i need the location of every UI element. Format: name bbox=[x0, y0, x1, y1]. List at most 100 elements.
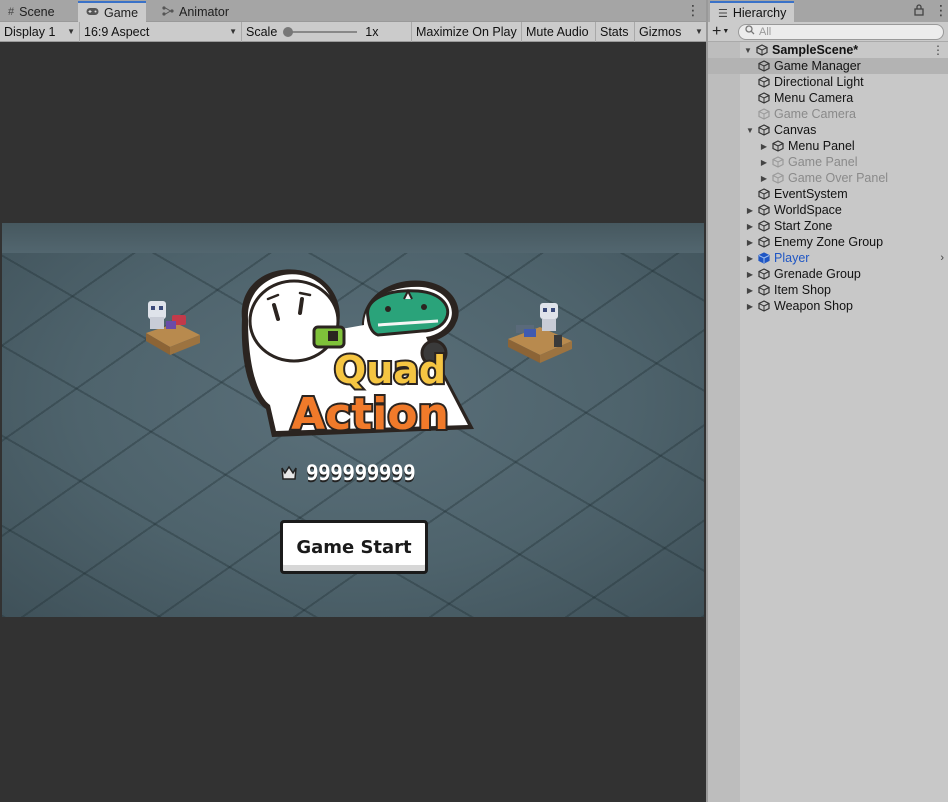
quad-action-logo: Quad Action bbox=[241, 269, 474, 439]
stats-label: Stats bbox=[600, 24, 629, 39]
hierarchy-item[interactable]: ▶ Start Zone bbox=[708, 218, 948, 234]
hierarchy-item[interactable]: Game Camera bbox=[708, 106, 948, 122]
hierarchy-item[interactable]: ▶ Enemy Zone Group bbox=[708, 234, 948, 250]
plus-icon: + bbox=[712, 22, 722, 40]
hierarchy-item-label: Game Panel bbox=[788, 155, 858, 169]
expand-arrow-icon[interactable]: ▶ bbox=[758, 158, 770, 167]
hierarchy-item-label: Menu Panel bbox=[788, 139, 855, 153]
gameobject-cube-icon bbox=[756, 123, 772, 137]
gameobject-cube-icon bbox=[756, 75, 772, 89]
game-render: Quad Action 999999999 Game Start bbox=[2, 223, 704, 617]
scale-slider-knob[interactable] bbox=[283, 26, 294, 37]
aspect-dropdown[interactable]: 16:9 Aspect ▼ bbox=[80, 21, 242, 42]
expand-arrow-icon[interactable]: ▶ bbox=[744, 302, 756, 311]
pane-menu-icon[interactable]: ⋮ bbox=[686, 3, 700, 17]
caret-down-icon: ▼ bbox=[695, 27, 703, 36]
hierarchy-pane: ☰ Hierarchy ⋮ +▼ ▼ SampleScene* ⋮ Game bbox=[706, 0, 948, 802]
hierarchy-item-label: Start Zone bbox=[774, 219, 833, 233]
game-start-button[interactable]: Game Start bbox=[280, 520, 428, 574]
hierarchy-item-label: Player bbox=[774, 251, 810, 265]
hierarchy-item[interactable]: ▶ Game Over Panel bbox=[708, 170, 948, 186]
search-icon bbox=[745, 25, 755, 38]
mute-label: Mute Audio bbox=[526, 24, 589, 39]
hierarchy-item[interactable]: Menu Camera bbox=[708, 90, 948, 106]
editor-tab-bar: # Scene Game Animator ⋮ bbox=[0, 0, 706, 23]
expand-arrow-icon[interactable]: ▶ bbox=[744, 206, 756, 215]
hierarchy-item[interactable]: Directional Light bbox=[708, 74, 948, 90]
scene-name: SampleScene* bbox=[772, 43, 859, 57]
hierarchy-tab-bar: ☰ Hierarchy ⋮ bbox=[708, 0, 948, 23]
expand-arrow-icon[interactable]: ▼ bbox=[744, 126, 756, 135]
caret-down-icon: ▼ bbox=[67, 27, 75, 36]
list-icon: ☰ bbox=[718, 7, 728, 20]
hierarchy-item[interactable]: ▼ Canvas bbox=[708, 122, 948, 138]
hierarchy-menu-icon[interactable]: ⋮ bbox=[934, 3, 948, 17]
hierarchy-item[interactable]: ▶ Menu Panel bbox=[708, 138, 948, 154]
mute-audio-toggle[interactable]: Mute Audio bbox=[522, 21, 596, 42]
game-start-label: Game Start bbox=[296, 536, 412, 558]
scene-menu-icon[interactable]: ⋮ bbox=[932, 43, 944, 57]
hierarchy-item[interactable]: ▶ Grenade Group bbox=[708, 266, 948, 282]
hierarchy-item-label: EventSystem bbox=[774, 187, 848, 201]
expand-arrow-icon[interactable]: ▶ bbox=[744, 286, 756, 295]
hierarchy-item[interactable]: ▶ Item Shop bbox=[708, 282, 948, 298]
hierarchy-item[interactable]: EventSystem bbox=[708, 186, 948, 202]
gameobject-cube-icon bbox=[770, 171, 786, 185]
item-shop-prop bbox=[146, 301, 200, 355]
stats-toggle[interactable]: Stats bbox=[596, 21, 635, 42]
animator-icon bbox=[162, 5, 174, 19]
search-input[interactable] bbox=[759, 25, 929, 38]
gizmos-toggle[interactable]: Gizmos bbox=[635, 22, 693, 42]
expand-arrow-icon[interactable]: ▼ bbox=[742, 46, 754, 55]
scale-label: Scale bbox=[246, 24, 278, 39]
tab-game[interactable]: Game bbox=[78, 1, 147, 23]
grid-icon: # bbox=[8, 6, 15, 18]
gameobject-cube-icon bbox=[770, 139, 786, 153]
expand-arrow-icon[interactable]: ▶ bbox=[744, 270, 756, 279]
maximize-on-play-toggle[interactable]: Maximize On Play bbox=[412, 21, 522, 42]
scene-root-row[interactable]: ▼ SampleScene* ⋮ bbox=[708, 42, 948, 58]
game-pane: # Scene Game Animator ⋮ Display 1 ▼ 16:9… bbox=[0, 0, 706, 802]
display-dropdown[interactable]: Display 1 ▼ bbox=[0, 21, 80, 42]
hierarchy-item-label: Game Camera bbox=[774, 107, 856, 121]
hierarchy-item-label: Canvas bbox=[774, 123, 817, 137]
hierarchy-item-label: Game Over Panel bbox=[788, 171, 889, 185]
hierarchy-item[interactable]: ▶ Weapon Shop bbox=[708, 298, 948, 314]
hierarchy-search[interactable] bbox=[738, 23, 944, 40]
gameobject-cube-icon bbox=[756, 267, 772, 281]
lock-icon[interactable] bbox=[914, 4, 924, 19]
back-wall bbox=[2, 223, 704, 253]
prefab-open-chevron-icon[interactable]: › bbox=[940, 252, 944, 264]
expand-arrow-icon[interactable]: ▶ bbox=[758, 142, 770, 151]
expand-arrow-icon[interactable]: ▶ bbox=[744, 238, 756, 247]
hierarchy-item[interactable]: ▶ Game Panel bbox=[708, 154, 948, 170]
hierarchy-item[interactable]: Game Manager bbox=[708, 58, 948, 74]
tab-hierarchy[interactable]: ☰ Hierarchy bbox=[710, 1, 795, 23]
hierarchy-item-label: Grenade Group bbox=[774, 267, 861, 281]
logo-text-action: Action bbox=[291, 389, 449, 439]
add-object-button[interactable]: + ▼ bbox=[708, 23, 736, 41]
game-viewport[interactable]: Quad Action 999999999 Game Start bbox=[0, 42, 706, 802]
hierarchy-item-label: Menu Camera bbox=[774, 91, 854, 105]
scale-slider[interactable] bbox=[283, 26, 358, 37]
tab-scene[interactable]: # Scene bbox=[0, 2, 63, 22]
hierarchy-item-label: Enemy Zone Group bbox=[774, 235, 884, 249]
gizmos-dropdown[interactable]: ▼ bbox=[693, 22, 706, 42]
tab-scene-label: Scene bbox=[19, 5, 55, 19]
expand-arrow-icon[interactable]: ▶ bbox=[744, 222, 756, 231]
display-label: Display 1 bbox=[4, 24, 56, 39]
hierarchy-item-label: WorldSpace bbox=[774, 203, 842, 217]
tab-animator[interactable]: Animator bbox=[154, 2, 237, 22]
gameobject-cube-icon bbox=[756, 219, 772, 233]
caret-down-icon: ▼ bbox=[229, 27, 237, 36]
gameobject-cube-icon bbox=[756, 299, 772, 313]
hierarchy-toolbar: + ▼ bbox=[708, 22, 948, 42]
tab-game-label: Game bbox=[104, 6, 139, 20]
expand-arrow-icon[interactable]: ▶ bbox=[744, 254, 756, 263]
hierarchy-item[interactable]: ▶ Player › bbox=[708, 250, 948, 266]
hierarchy-item[interactable]: ▶ WorldSpace bbox=[708, 202, 948, 218]
tab-animator-label: Animator bbox=[179, 5, 230, 19]
game-toolbar: Display 1 ▼ 16:9 Aspect ▼ Scale 1x Maxim… bbox=[0, 21, 706, 42]
gizmos-label: Gizmos bbox=[639, 24, 682, 39]
expand-arrow-icon[interactable]: ▶ bbox=[758, 174, 770, 183]
